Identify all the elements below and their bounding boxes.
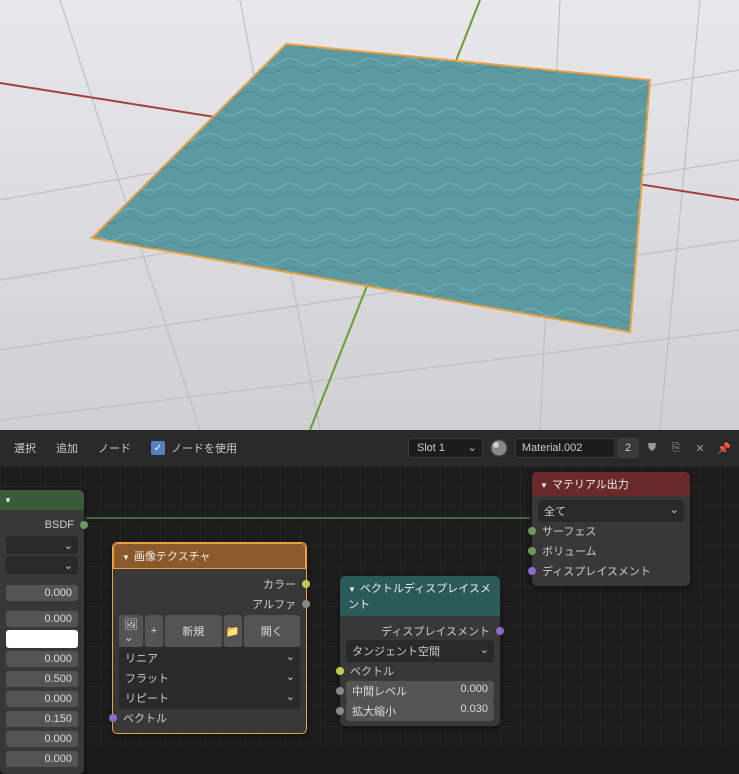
node-bsdf[interactable]: BSDF 0.000 0.000 0.000 0.500 0.000 0.150…: [0, 490, 84, 774]
node-header[interactable]: マテリアル出力: [532, 472, 690, 496]
socket-displacement: ディスプレイスメント: [538, 563, 651, 579]
open-button[interactable]: 開く: [244, 615, 301, 647]
value-field[interactable]: 0.000: [6, 691, 78, 707]
target-select[interactable]: 全て: [538, 500, 684, 522]
menu-select[interactable]: 選択: [4, 436, 46, 460]
socket-bsdf-out: BSDF: [45, 519, 78, 531]
node-header[interactable]: ベクトルディスプレイスメント: [340, 576, 500, 616]
extension-select[interactable]: リピート: [119, 687, 300, 709]
value-field[interactable]: 0.000: [6, 651, 78, 667]
value-field[interactable]: 0.500: [6, 671, 78, 687]
value-field[interactable]: 0.150: [6, 711, 78, 727]
dropdown[interactable]: [6, 536, 78, 554]
viewport-3d[interactable]: [0, 0, 739, 430]
socket-vector-in: ベクトル: [119, 710, 167, 726]
node-editor[interactable]: BSDF 0.000 0.000 0.000 0.500 0.000 0.150…: [0, 466, 739, 745]
node-header[interactable]: 画像テクスチャ: [113, 543, 306, 569]
socket-alpha: アルファ: [252, 596, 300, 612]
users-count[interactable]: 2: [617, 438, 639, 458]
socket-surface: サーフェス: [538, 523, 596, 539]
duplicate-icon[interactable]: ⎘: [666, 438, 686, 458]
unlink-icon[interactable]: ✕: [690, 438, 710, 458]
socket-displacement-out: ディスプレイスメント: [381, 623, 494, 639]
interpolation-select[interactable]: リニア: [119, 647, 300, 669]
pin-icon[interactable]: 📌: [714, 438, 734, 458]
slot-selector[interactable]: Slot 1: [408, 438, 483, 458]
shield-icon[interactable]: ⛊: [642, 438, 662, 458]
node-editor-header: 選択 追加 ノード ✓ ノードを使用 Slot 1 Material.002 2…: [0, 430, 739, 466]
menu-node[interactable]: ノード: [88, 436, 141, 460]
socket-vector-in: ベクトル: [346, 663, 394, 679]
node-image-texture[interactable]: 画像テクスチャ カラー アルファ 🖼⌄ + 新規 📁 開く リニア フラット リ…: [112, 542, 307, 734]
projection-select[interactable]: フラット: [119, 667, 300, 689]
image-browse-icon[interactable]: 🖼⌄: [119, 615, 143, 647]
folder-icon[interactable]: 📁: [224, 615, 242, 647]
space-select[interactable]: タンジェント空間: [346, 640, 494, 662]
use-nodes-checkbox[interactable]: ✓: [151, 441, 165, 455]
new-image-icon[interactable]: +: [145, 615, 163, 647]
menu-add[interactable]: 追加: [46, 436, 88, 460]
scale-field[interactable]: 拡大縮小0.030: [346, 701, 494, 721]
node-vector-displacement[interactable]: ベクトルディスプレイスメント ディスプレイスメント タンジェント空間 ベクトル …: [340, 576, 500, 726]
material-preview-icon[interactable]: [489, 438, 509, 458]
material-name-field[interactable]: Material.002: [515, 438, 615, 458]
new-button[interactable]: 新規: [165, 615, 222, 647]
dropdown[interactable]: [6, 556, 78, 574]
value-field[interactable]: 0.000: [6, 611, 78, 627]
node-header: [0, 490, 84, 510]
value-field[interactable]: 0.000: [6, 751, 78, 767]
color-field[interactable]: [6, 630, 78, 648]
use-nodes-label: ノードを使用: [171, 440, 237, 456]
socket-color: カラー: [263, 576, 300, 592]
node-material-output[interactable]: マテリアル出力 全て サーフェス ボリューム ディスプレイスメント: [532, 472, 690, 586]
value-field[interactable]: 0.000: [6, 585, 78, 601]
socket-volume: ボリューム: [538, 543, 597, 559]
midlevel-field[interactable]: 中間レベル0.000: [346, 681, 494, 701]
